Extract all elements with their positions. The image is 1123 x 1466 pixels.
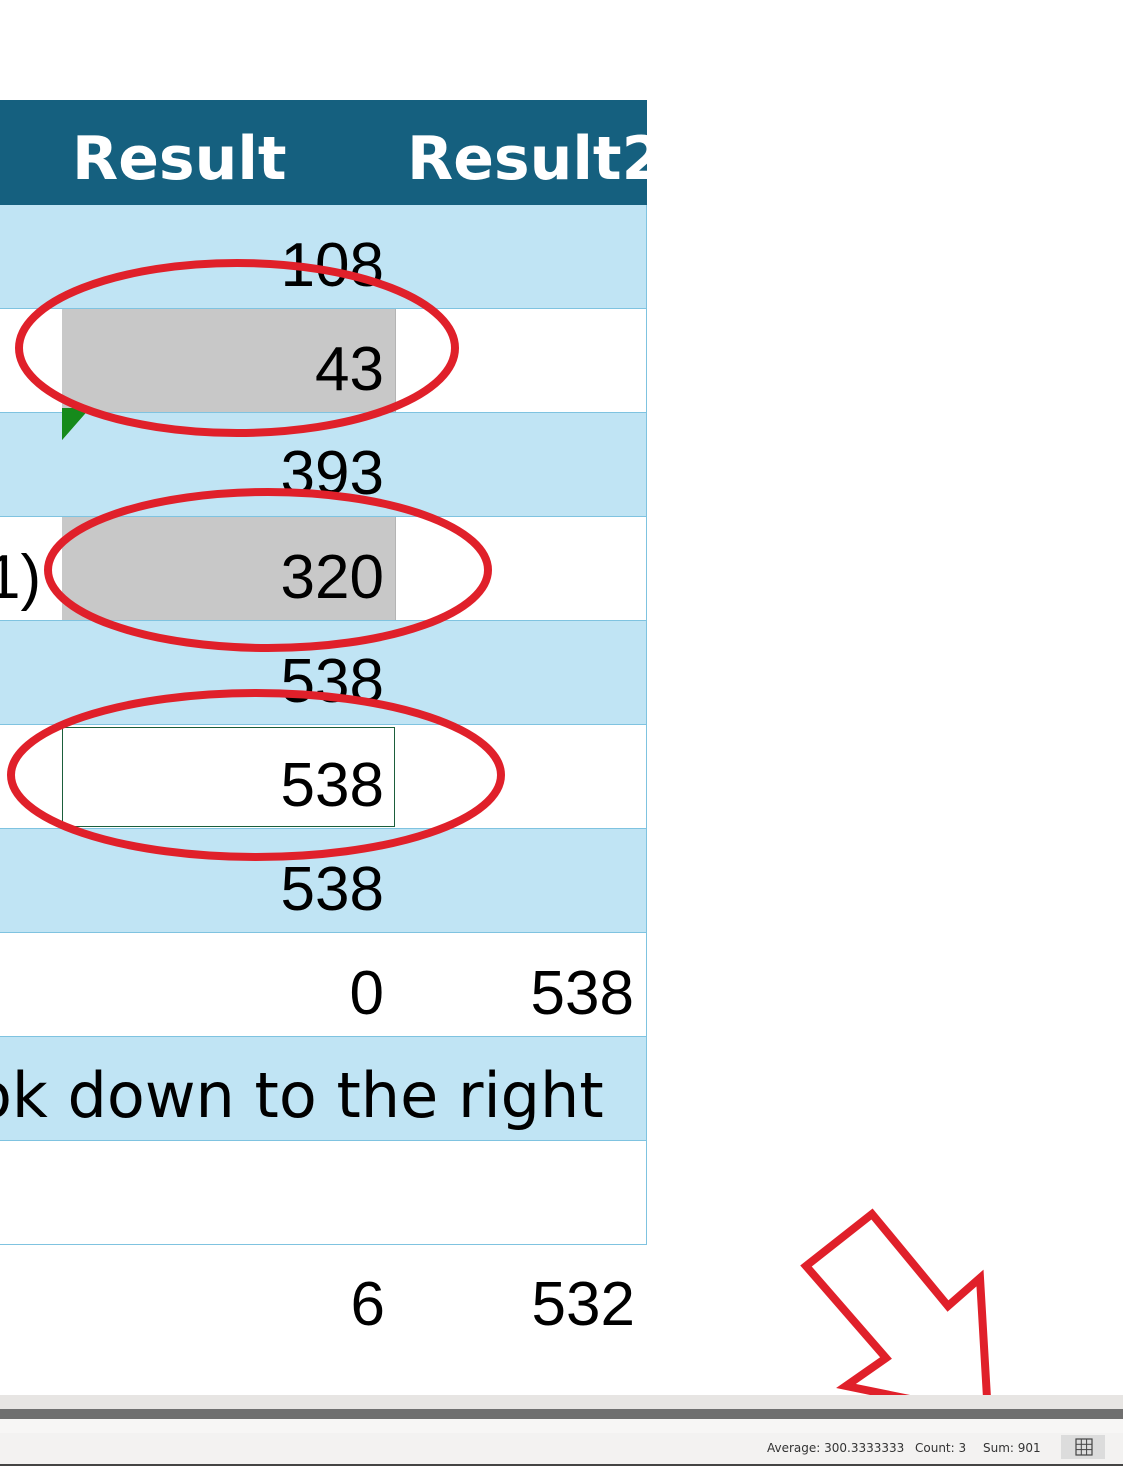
grid-view-icon [1075,1438,1093,1456]
table-row[interactable]: 538 [0,829,647,933]
sheet-tab-area [0,1395,1123,1409]
result-cell[interactable]: 108 [281,205,384,308]
result-cell[interactable]: 320 [281,517,384,620]
table-row[interactable]: 538 [0,725,647,829]
table-row[interactable]: 43 [0,309,647,413]
table-row[interactable]: 538 [0,621,647,725]
table-row[interactable]: 393 [0,413,647,517]
status-count[interactable]: Count: 3 [915,1441,966,1455]
table-row[interactable]: ok down to the right [0,1037,647,1141]
red-arrow-annotation [800,1208,991,1395]
status-bar: Average: 300.3333333 Count: 3 Sum: 901 [0,1395,1123,1466]
green-triangle-icon [62,408,90,440]
result-cell[interactable]: 0 [350,933,384,1036]
table-row[interactable]: 0 538 [0,933,647,1037]
table-row[interactable]: 108 [0,205,647,309]
result-cell[interactable]: 538 [281,829,384,932]
status-sum[interactable]: Sum: 901 [983,1441,1041,1455]
note-cell[interactable]: ok down to the right [0,1037,604,1140]
status-average[interactable]: Average: 300.3333333 [767,1441,904,1455]
table-row[interactable]: 1) 320 [0,517,647,621]
table-header-row: Result Result2 [0,100,663,205]
result-cell-below-table[interactable]: 6 [351,1250,385,1360]
column-header-result[interactable]: Result [72,100,287,205]
table-row[interactable] [0,1141,647,1245]
result-cell[interactable]: 538 [281,725,384,828]
result2-cell[interactable]: 538 [531,933,634,1036]
result-cell[interactable]: 43 [315,309,384,412]
normal-view-button[interactable] [1061,1435,1105,1459]
status-divider [0,1419,1123,1433]
result-cell[interactable]: 538 [281,621,384,724]
result-cell[interactable]: 393 [281,413,384,516]
column-header-result2[interactable]: Result2 [407,100,663,205]
truncated-formula-text: 1) [0,543,42,612]
spreadsheet-grid[interactable]: Result Result2 108 43 393 1) 320 538 538… [0,0,1123,1395]
horizontal-scrollbar[interactable] [0,1409,1123,1419]
result2-cell-below-table[interactable]: 532 [532,1250,635,1360]
